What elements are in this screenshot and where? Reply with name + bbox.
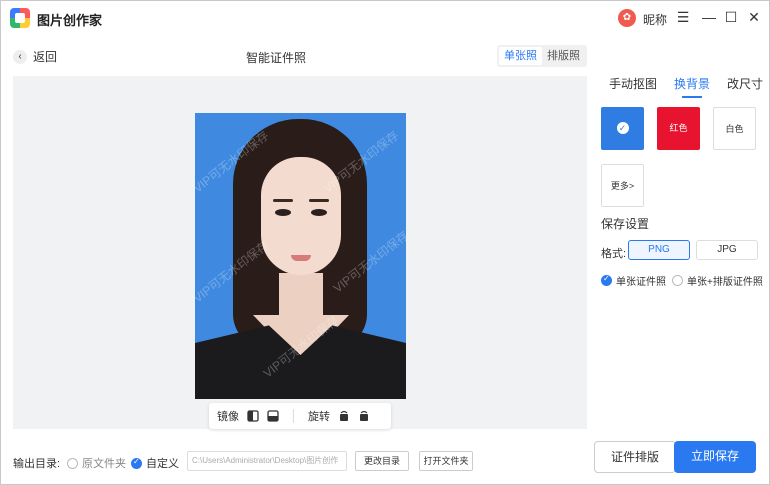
tab-layout-photo[interactable]: 排版照 [542, 47, 585, 65]
mirror-label: 镜像 [217, 411, 239, 423]
app-logo-icon [10, 8, 30, 28]
tab-manual-cutout[interactable]: 手动抠图 [609, 75, 657, 92]
divider [293, 409, 294, 423]
tab-resize[interactable]: 改尺寸 [727, 75, 763, 92]
menu-icon[interactable]: ☰ [674, 8, 692, 26]
flip-vertical-icon[interactable] [267, 410, 279, 422]
option-single-photo[interactable]: 单张证件照 [601, 273, 666, 288]
avatar[interactable]: ✿ [618, 9, 636, 27]
maximize-icon[interactable]: ☐ [722, 8, 740, 26]
title-bar: 图片创作家 ✿ 昵称 ☰ — ☐ ✕ [1, 1, 769, 35]
dir-option-custom[interactable]: 自定义 [131, 455, 179, 471]
background-white-swatch[interactable]: 白色 [713, 107, 756, 150]
app-title: 图片创作家 [37, 13, 103, 28]
check-icon: ✓ [616, 122, 629, 134]
mode-switch: 单张照 排版照 [497, 45, 587, 67]
output-path-field[interactable]: C:\Users\Administrator\Desktop\图片创作 [187, 451, 347, 471]
close-icon[interactable]: ✕ [745, 8, 763, 26]
id-layout-button[interactable]: 证件排版 [594, 441, 676, 473]
app-window: 图片创作家 ✿ 昵称 ☰ — ☐ ✕ ‹ 返回 智能证件照 单张照 排版照 VI… [0, 0, 770, 485]
radio-checked-icon [131, 457, 142, 469]
minimize-icon[interactable]: — [700, 8, 718, 26]
change-dir-button[interactable]: 更改目录 [355, 451, 409, 471]
flip-horizontal-icon[interactable] [247, 410, 259, 422]
tab-single-photo[interactable]: 单张照 [499, 47, 542, 65]
rotate-left-icon[interactable] [338, 410, 350, 422]
format-label: 格式: [601, 248, 627, 260]
format-png-button[interactable]: PNG [628, 240, 690, 260]
output-dir-label: 输出目录: [13, 458, 61, 470]
radio-checked-icon [601, 274, 612, 286]
tab-change-background[interactable]: 换背景 [674, 75, 710, 98]
dir-option-original[interactable]: 原文件夹 [67, 455, 126, 471]
page-title: 智能证件照 [246, 51, 307, 65]
preview-canvas: VIP可无水印保存 VIP可无水印保存 VIP可无水印保存 VIP可无水印保存 … [13, 76, 587, 429]
dir-option-label: 自定义 [146, 458, 179, 470]
radio-unchecked-icon [67, 457, 78, 469]
open-folder-button[interactable]: 打开文件夹 [419, 451, 473, 471]
option-single-plus-layout[interactable]: 单张+排版证件照 [672, 273, 763, 288]
background-more-button[interactable]: 更多> [601, 164, 644, 207]
back-label: 返回 [33, 50, 58, 64]
right-panel-tabs: 手动抠图 换背景 改尺寸 [609, 75, 763, 98]
rotate-right-icon[interactable] [358, 410, 370, 422]
rotate-label: 旋转 [308, 411, 330, 423]
dir-option-label: 原文件夹 [82, 458, 126, 470]
save-settings-title: 保存设置 [601, 217, 650, 231]
nickname[interactable]: 昵称 [643, 11, 667, 28]
back-button[interactable]: ‹ 返回 [13, 48, 57, 65]
radio-unchecked-icon [672, 275, 683, 286]
chevron-left-icon: ‹ [13, 49, 27, 64]
save-now-button[interactable]: 立即保存 [674, 441, 756, 473]
background-blue-swatch[interactable]: ✓ [601, 107, 644, 150]
format-jpg-button[interactable]: JPG [696, 240, 758, 260]
option-label: 单张证件照 [616, 277, 666, 288]
background-red-swatch[interactable]: 红色 [657, 107, 700, 150]
option-label: 单张+排版证件照 [687, 277, 763, 288]
id-photo: VIP可无水印保存 VIP可无水印保存 VIP可无水印保存 VIP可无水印保存 … [195, 113, 406, 399]
image-toolbar: 镜像 旋转 [209, 403, 391, 429]
